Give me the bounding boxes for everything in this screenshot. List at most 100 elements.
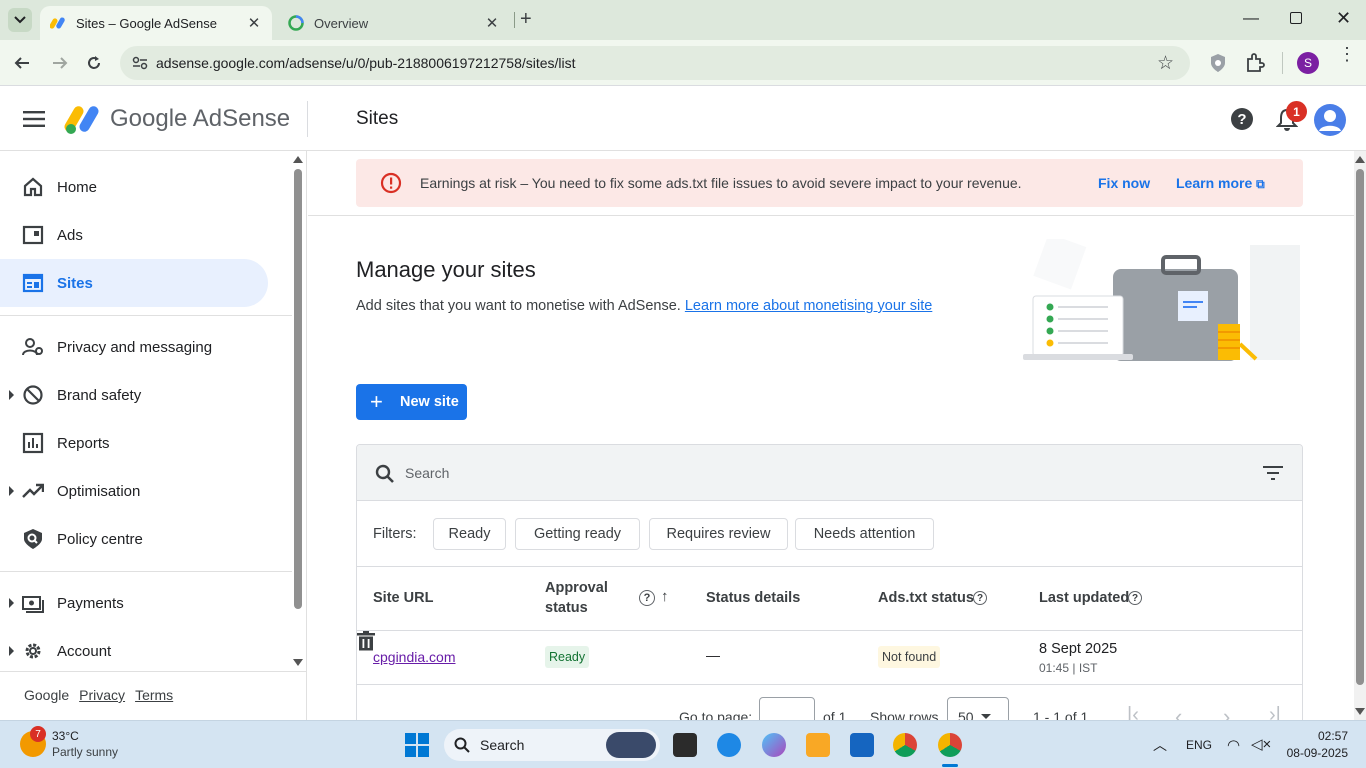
filter-chip-requires-review[interactable]: Requires review [649, 518, 788, 550]
weather-desc[interactable]: Partly sunny [52, 745, 118, 759]
chrome-icon[interactable] [893, 733, 917, 757]
footer-terms-link[interactable]: Terms [135, 687, 173, 703]
reload-icon[interactable] [83, 52, 105, 74]
sort-ascending-icon[interactable]: ↑ [661, 588, 669, 605]
sidebar-item-reports[interactable]: Reports [0, 419, 268, 467]
back-icon[interactable] [11, 52, 33, 74]
expand-arrow-icon[interactable] [9, 486, 14, 496]
filter-icon[interactable] [1263, 466, 1283, 480]
scroll-up-arrow-icon[interactable] [293, 156, 303, 163]
url-text: adsense.google.com/adsense/u/0/pub-21880… [156, 55, 576, 71]
clock-time[interactable]: 02:57 [1298, 729, 1348, 743]
site-info-icon[interactable] [132, 56, 148, 70]
delete-trash-icon[interactable] [357, 631, 375, 651]
go-to-page-input[interactable] [759, 697, 815, 720]
browser-tab-bar: Sites – Google AdSense ✕ Overview ✕ + — … [0, 0, 1366, 40]
forward-icon[interactable] [49, 52, 71, 74]
col-ads-txt-status[interactable]: Ads.txt status [878, 590, 974, 606]
weather-temp[interactable]: 33°C [52, 729, 79, 743]
previous-page-icon[interactable]: ‹ [1175, 704, 1182, 720]
rows-per-page-select[interactable]: 50 [947, 697, 1009, 720]
table-search-bar[interactable]: Search [357, 445, 1302, 501]
account-avatar-icon[interactable] [1313, 103, 1347, 137]
sidebar-scrollbar[interactable] [294, 169, 302, 609]
sidebar-item-account[interactable]: Account [0, 627, 268, 675]
address-bar[interactable]: adsense.google.com/adsense/u/0/pub-21880… [120, 46, 1190, 80]
col-approval-status[interactable]: Approval [545, 580, 608, 596]
sidebar-item-label: Payments [57, 594, 124, 612]
wifi-icon[interactable]: ◠ [1227, 736, 1240, 754]
new-site-button[interactable]: + New site [356, 384, 467, 420]
copilot-icon[interactable] [762, 733, 786, 757]
filter-chip-ready[interactable]: Ready [433, 518, 506, 550]
help-icon[interactable]: ? [639, 590, 655, 606]
sidebar-item-sites[interactable]: Sites [0, 259, 268, 307]
site-url-link[interactable]: cpgindia.com [373, 649, 456, 665]
language-indicator[interactable]: ENG [1186, 738, 1212, 752]
search-input[interactable]: Search [405, 465, 449, 481]
chevron-up-icon[interactable]: ︿ [1153, 735, 1167, 755]
expand-arrow-icon[interactable] [9, 646, 14, 656]
sidebar-item-label: Home [57, 178, 98, 196]
help-icon[interactable]: ? [1128, 591, 1142, 605]
browser-menu-icon[interactable]: ⋮ [1338, 45, 1356, 63]
edge-browser-icon[interactable] [717, 733, 741, 757]
close-window-icon[interactable]: ✕ [1336, 8, 1351, 29]
tab-adsense-sites[interactable]: Sites – Google AdSense ✕ [40, 6, 272, 40]
microsoft-store-icon[interactable] [850, 733, 874, 757]
file-explorer-icon[interactable] [806, 733, 830, 757]
close-tab-icon[interactable]: ✕ [246, 14, 262, 32]
help-icon[interactable]: ? [973, 591, 987, 605]
footer-privacy-link[interactable]: Privacy [79, 687, 125, 703]
tab-overview[interactable]: Overview ✕ [278, 6, 510, 40]
sidebar-item-ads[interactable]: Ads [0, 211, 268, 259]
sites-icon [22, 273, 44, 293]
sidebar-item-optimisation[interactable]: Optimisation [0, 467, 268, 515]
bookmark-star-icon[interactable]: ☆ [1157, 52, 1174, 75]
close-tab-icon[interactable]: ✕ [484, 14, 500, 32]
sidebar-item-home[interactable]: Home [0, 163, 268, 211]
taskbar-search[interactable]: Search [444, 729, 660, 761]
last-page-icon[interactable]: ›| [1269, 704, 1281, 720]
col-site-url[interactable]: Site URL [373, 590, 433, 606]
help-icon[interactable]: ? [1231, 108, 1253, 130]
next-page-icon[interactable]: › [1223, 704, 1230, 720]
learn-monetising-link[interactable]: Learn more about monetising your site [685, 298, 932, 314]
sidebar-item-brand-safety[interactable]: Brand safety [0, 371, 268, 419]
sidebar-item-privacy[interactable]: Privacy and messaging [0, 323, 268, 371]
tab-search-button[interactable] [8, 8, 32, 32]
shield-extension-icon[interactable] [1210, 53, 1226, 73]
expand-arrow-icon[interactable] [9, 598, 14, 608]
scroll-down-arrow-icon[interactable] [293, 659, 303, 666]
sidebar-item-payments[interactable]: Payments [0, 579, 268, 627]
learn-more-link[interactable]: Learn more ⧉ [1176, 175, 1265, 192]
filter-chip-needs-attention[interactable]: Needs attention [795, 518, 934, 550]
minimize-icon[interactable]: — [1243, 10, 1259, 28]
expand-arrow-icon[interactable] [9, 390, 14, 400]
chrome-profile-icon[interactable] [938, 733, 962, 757]
sidebar: Home Ads Sites Privacy and messaging Bra… [0, 151, 307, 720]
col-last-updated[interactable]: Last updated [1039, 590, 1129, 606]
first-page-icon[interactable]: |‹ [1127, 704, 1139, 720]
scroll-down-arrow-icon[interactable] [1355, 708, 1365, 715]
clock-date[interactable]: 08-09-2025 [1278, 746, 1348, 760]
profile-avatar[interactable]: S [1297, 52, 1319, 74]
speaker-muted-icon[interactable]: ◁× [1251, 735, 1271, 753]
extensions-puzzle-icon[interactable] [1245, 53, 1265, 73]
new-tab-icon[interactable]: + [520, 8, 532, 31]
main-scrollbar-thumb[interactable] [1356, 169, 1364, 685]
notification-count-badge: 1 [1286, 101, 1307, 122]
task-view-icon[interactable] [673, 733, 697, 757]
col-approval-status-line2[interactable]: status [545, 600, 588, 616]
sidebar-item-policy-centre[interactable]: Policy centre [0, 515, 268, 563]
filter-chip-getting-ready[interactable]: Getting ready [515, 518, 640, 550]
search-highlight-image [606, 732, 656, 758]
restore-icon[interactable] [1290, 12, 1302, 24]
tab-title: Sites – Google AdSense [76, 15, 217, 31]
windows-start-icon[interactable] [405, 733, 429, 757]
hamburger-menu-icon[interactable] [23, 111, 45, 127]
main-scrollbar[interactable] [1354, 151, 1366, 720]
privacy-icon [22, 338, 43, 356]
fix-now-button[interactable]: Fix now [1098, 175, 1150, 191]
scroll-up-arrow-icon[interactable] [1355, 156, 1365, 163]
